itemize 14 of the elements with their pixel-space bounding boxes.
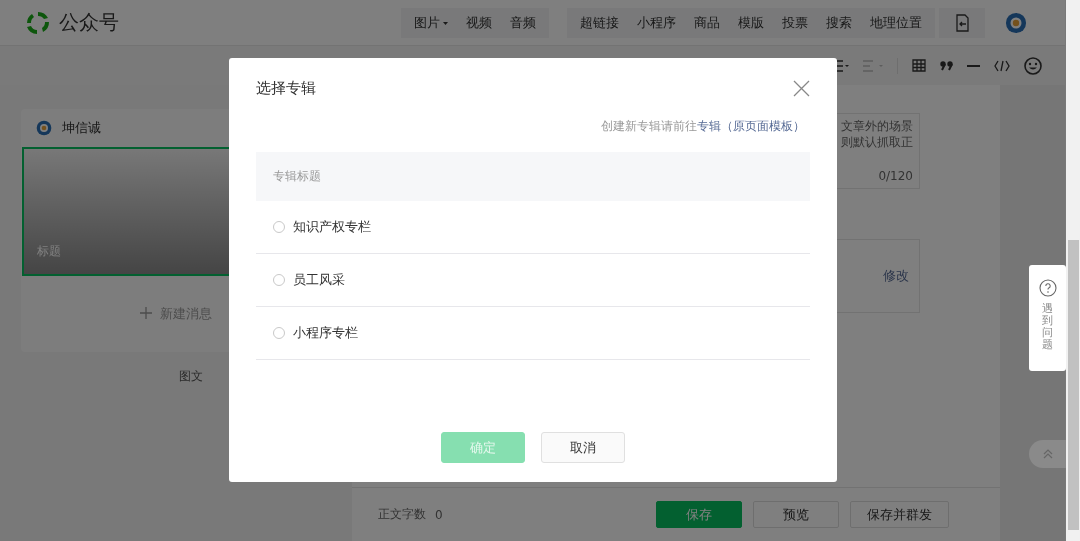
account-name: 坤信诚 <box>62 119 101 137</box>
help-label: 遇到问题 <box>1042 303 1053 352</box>
summary-text: 则默认抓取正 <box>841 134 913 150</box>
word-count: 0 <box>435 507 443 522</box>
album-name: 员工风采 <box>293 271 345 289</box>
brand-name: 公众号 <box>59 9 119 36</box>
table-header: 专辑标题 <box>256 152 810 201</box>
album-name: 知识产权专栏 <box>293 218 371 236</box>
create-album-hint: 创建新专辑请前往专辑（原页面模板） <box>601 118 805 135</box>
summary-text: 文章外的场景 <box>841 118 913 134</box>
word-count-label: 正文字数 <box>378 506 426 523</box>
dialog-title: 选择专辑 <box>256 79 316 98</box>
character-count: 0/120 <box>878 168 913 184</box>
album-name: 小程序专栏 <box>293 324 358 342</box>
